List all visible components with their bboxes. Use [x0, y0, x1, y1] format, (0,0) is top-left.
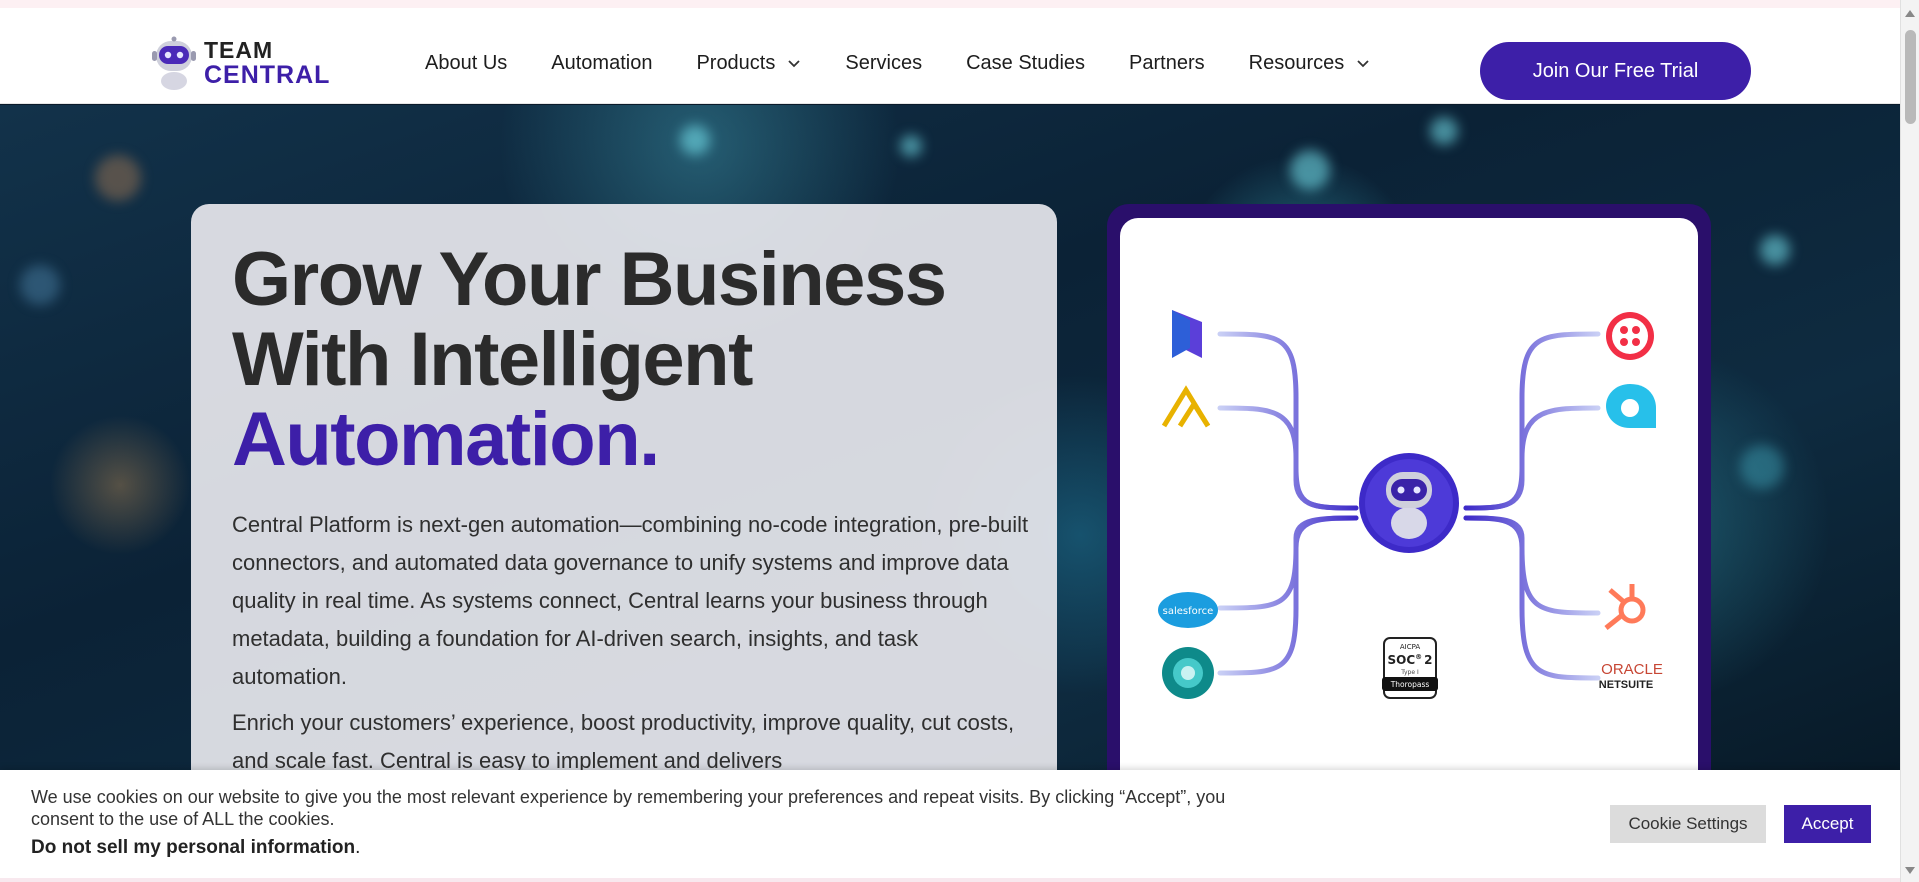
chevron-down-icon: [1357, 59, 1369, 67]
logo-line1: TEAM: [204, 36, 274, 63]
bokeh-light: [95, 155, 141, 201]
join-free-trial-button[interactable]: Join Our Free Trial: [1480, 42, 1751, 100]
salesforce-icon: salesforce: [1158, 592, 1218, 628]
badge-line3: Type I: [1400, 669, 1419, 676]
nav-case-studies[interactable]: Case Studies: [966, 52, 1085, 75]
nav-label: Automation: [551, 52, 653, 74]
oracle-netsuite-icon: ORACLE NETSUITE: [1599, 661, 1663, 691]
hero-title-line2: With Intelligent: [232, 317, 753, 402]
integration-diagram: salesforce ORACLE NETSUITE AICPA SOC® 2 …: [1120, 218, 1698, 838]
nav-services[interactable]: Services: [845, 52, 922, 75]
bokeh-light: [900, 135, 922, 157]
cookie-settings-button[interactable]: Cookie Settings: [1610, 805, 1766, 843]
badge-line4: Thoropass: [1390, 680, 1430, 689]
nav-label: Resources: [1248, 52, 1345, 74]
nav-products[interactable]: Products: [696, 52, 801, 75]
salesforce-label: salesforce: [1163, 606, 1214, 617]
hubspot-icon: [1604, 584, 1646, 630]
bokeh-light: [1740, 445, 1784, 489]
bokeh-light: [680, 125, 710, 155]
archer-icon: [1161, 385, 1211, 428]
site-header: TEAM CENTRAL About Us Automation Product…: [0, 8, 1900, 104]
nav-automation[interactable]: Automation: [551, 52, 652, 75]
badge-num: 2: [1424, 653, 1432, 667]
bokeh-light: [1430, 117, 1458, 145]
badge-line1: AICPA: [1400, 643, 1421, 651]
hero-paragraph-1: Central Platform is next-gen automation—…: [232, 512, 1029, 689]
nav-label: Case Studies: [966, 52, 1086, 74]
top-strip: [0, 0, 1900, 8]
chevron-down-icon: [788, 59, 801, 67]
nav-about-us[interactable]: About Us: [425, 52, 507, 75]
bottom-strip: [0, 878, 1900, 882]
svg-text:SOC®2: SOC® 2: [1387, 653, 1432, 667]
hero-title-line1: Grow Your Business: [232, 237, 947, 322]
soc2-badge-icon: AICPA SOC® 2 Type I Thoropass: [1382, 637, 1438, 699]
accept-cookies-button[interactable]: Accept: [1784, 805, 1871, 843]
logo[interactable]: TEAM CENTRAL: [150, 34, 330, 92]
robot-logo-icon: [150, 35, 198, 91]
cookie-banner: We use cookies on our website to give yo…: [0, 770, 1900, 882]
business-central-icon: [1162, 647, 1214, 699]
twilio-icon: [1606, 312, 1654, 360]
central-robot-icon: [1359, 453, 1459, 553]
nav-label: Products: [696, 52, 776, 74]
scrollbar-thumb[interactable]: [1905, 30, 1916, 124]
netsuite-label: NETSUITE: [1599, 679, 1653, 691]
nav-label: Services: [845, 52, 923, 74]
nav-partners[interactable]: Partners: [1129, 52, 1205, 75]
badge-line2: SOC: [1387, 653, 1415, 667]
scroll-down-arrow-icon[interactable]: [1905, 867, 1915, 874]
hero-title-accent: Automation.: [232, 397, 660, 482]
do-not-sell-row: Do not sell my personal information.: [31, 837, 360, 859]
main-nav: About Us Automation Products Services Ca…: [425, 52, 1414, 75]
scroll-up-arrow-icon[interactable]: [1905, 10, 1915, 17]
nav-resources[interactable]: Resources: [1249, 52, 1371, 75]
nav-label: About Us: [425, 52, 508, 74]
chat-bubble-icon: [1606, 384, 1656, 428]
bokeh-light: [20, 265, 60, 305]
cookie-message: We use cookies on our website to give yo…: [31, 787, 1226, 829]
bokeh-light: [1760, 235, 1790, 265]
do-not-sell-link[interactable]: Do not sell my personal information: [31, 837, 355, 858]
logo-text: TEAM CENTRAL: [204, 36, 331, 89]
logo-line2: CENTRAL: [204, 60, 331, 89]
bokeh-light: [1290, 150, 1330, 190]
hero-title: Grow Your Business With Intelligent Auto…: [232, 237, 947, 482]
oracle-label: ORACLE: [1601, 661, 1663, 678]
do-not-sell-suffix: .: [355, 837, 361, 858]
hero-paragraph-2: Enrich your customers’ experience, boost…: [232, 710, 1015, 773]
dynamics-icon: [1172, 310, 1202, 358]
page-scrollbar[interactable]: [1900, 0, 1919, 882]
badge-sup: ®: [1415, 653, 1422, 661]
nav-label: Partners: [1129, 52, 1205, 74]
